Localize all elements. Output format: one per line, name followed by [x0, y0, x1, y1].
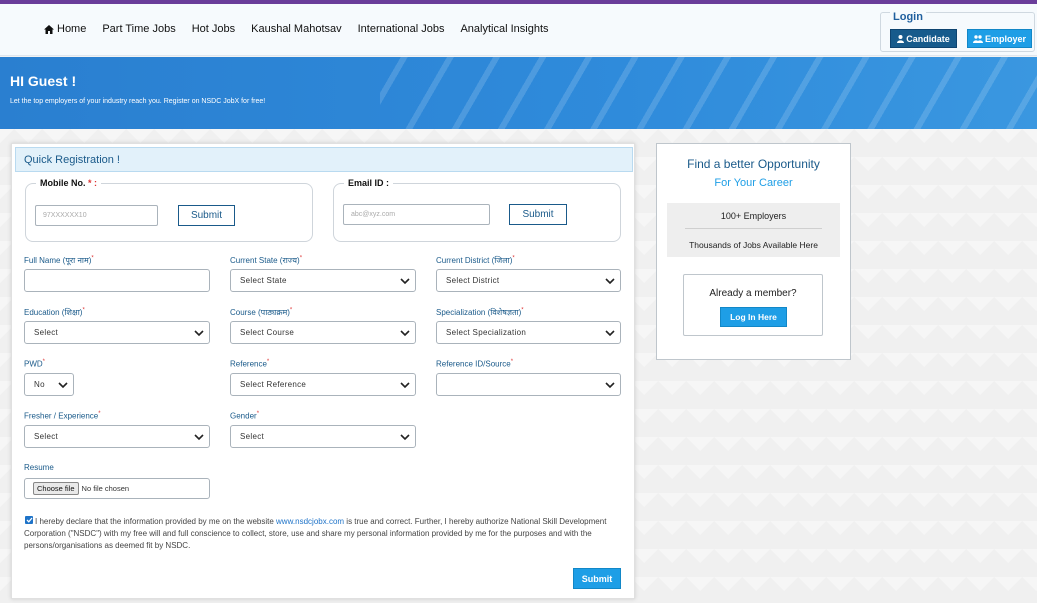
login-here-button[interactable]: Log In Here: [720, 307, 787, 327]
mobile-legend: Mobile No. * :: [36, 178, 101, 188]
declaration-before: I hereby declare that the information pr…: [35, 517, 277, 526]
email-legend: Email ID :: [344, 178, 394, 188]
course-label: Course (पाठ्यक्रम)*: [230, 307, 293, 317]
nav-hot-jobs[interactable]: Hot Jobs: [192, 23, 235, 35]
mobile-required-mark: * :: [88, 178, 97, 188]
chevron-down-icon: [400, 278, 410, 285]
banner-title: HI Guest !: [10, 73, 77, 89]
full-name-input[interactable]: [24, 269, 210, 292]
choose-file-button[interactable]: Choose file: [33, 482, 79, 495]
chevron-down-icon: [58, 382, 68, 389]
member-question: Already a member?: [709, 288, 797, 299]
current-state-label: Current State (राज्य)*: [230, 255, 303, 265]
reference-select[interactable]: Select Reference: [230, 373, 416, 396]
gender-select[interactable]: Select: [230, 425, 416, 448]
education-value: Select: [34, 328, 59, 337]
banner-pattern: [380, 57, 1037, 129]
specialization-value: Select Specialization: [446, 328, 527, 337]
form-title: Quick Registration !: [24, 154, 120, 166]
current-district-label: Current District (जिला)*: [436, 255, 515, 265]
chevron-down-icon: [400, 434, 410, 441]
nav-home-label: Home: [57, 23, 87, 35]
side-subtitle: For Your Career: [714, 177, 793, 189]
form-submit-button[interactable]: Submit: [573, 568, 621, 589]
current-district-select[interactable]: Select District: [436, 269, 621, 292]
chevron-down-icon: [605, 382, 615, 389]
reference-label: Reference*: [230, 359, 270, 369]
login-title: Login: [890, 11, 926, 23]
employer-login-button[interactable]: Employer: [967, 29, 1032, 48]
no-file-text: No file chosen: [81, 484, 130, 493]
gender-label: Gender*: [230, 411, 260, 421]
resume-file-input[interactable]: Choose file No file chosen: [24, 478, 210, 499]
banner-subtitle: Let the top employers of your industry r…: [10, 98, 266, 105]
course-value: Select Course: [240, 328, 295, 337]
mobile-input[interactable]: 97XXXXXX10: [35, 205, 158, 226]
reference-value: Select Reference: [240, 380, 307, 389]
chevron-down-icon: [605, 278, 615, 285]
nav-home[interactable]: Home: [44, 23, 86, 35]
declaration-text: I hereby declare that the information pr…: [24, 516, 614, 552]
course-select[interactable]: Select Course: [230, 321, 416, 344]
chevron-down-icon: [400, 330, 410, 337]
pwd-label: PWD*: [24, 359, 46, 369]
side-divider: [685, 228, 822, 229]
candidate-login-label: Candidate: [906, 33, 950, 44]
user-icon: [897, 34, 905, 43]
current-district-value: Select District: [446, 276, 500, 285]
current-state-value: Select State: [240, 276, 287, 285]
employers-count: 100+ Employers: [720, 211, 787, 221]
mobile-submit-button[interactable]: Submit: [178, 205, 235, 226]
side-info-band: 100+ Employers Thousands of Jobs Availab…: [667, 203, 840, 257]
home-icon: [44, 24, 54, 34]
opportunity-card: Find a better Opportunity For Your Caree…: [656, 143, 851, 360]
reference-id-select[interactable]: [436, 373, 621, 396]
full-name-label: Full Name (पूरा नाम)*: [24, 255, 94, 265]
side-title: Find a better Opportunity: [687, 157, 820, 171]
email-input[interactable]: abc@xyz.com: [343, 204, 490, 225]
pwd-select[interactable]: No: [24, 373, 74, 396]
specialization-select[interactable]: Select Specialization: [436, 321, 621, 344]
employer-login-label: Employer: [984, 33, 1026, 44]
login-box: Login Candidate Employer: [880, 11, 1035, 52]
check-icon: [26, 517, 32, 523]
main-nav: Home Part Time Jobs Hot Jobs Kaushal Mah…: [44, 23, 565, 35]
top-navbar: Home Part Time Jobs Hot Jobs Kaushal Mah…: [0, 4, 1037, 56]
pwd-value: No: [34, 380, 45, 389]
reference-id-label: Reference ID/Source*: [436, 359, 514, 369]
fresher-experience-label: Fresher / Experience*: [24, 411, 101, 421]
fresher-experience-select[interactable]: Select: [24, 425, 210, 448]
nav-kaushal-mahotsav[interactable]: Kaushal Mahotsav: [251, 23, 342, 35]
member-box: Already a member? Log In Here: [683, 274, 823, 336]
declaration-checkbox[interactable]: [25, 516, 33, 524]
chevron-down-icon: [194, 434, 204, 441]
candidate-login-button[interactable]: Candidate: [890, 29, 957, 48]
education-select[interactable]: Select: [24, 321, 210, 344]
mobile-label: Mobile No.: [40, 178, 88, 188]
email-submit-button[interactable]: Submit: [509, 204, 567, 225]
nav-part-time-jobs[interactable]: Part Time Jobs: [102, 23, 175, 35]
welcome-banner: HI Guest ! Let the top employers of your…: [0, 57, 1037, 129]
form-header: Quick Registration !: [15, 147, 633, 172]
chevron-down-icon: [194, 330, 204, 337]
gender-value: Select: [240, 432, 265, 441]
chevron-down-icon: [605, 330, 615, 337]
current-state-select[interactable]: Select State: [230, 269, 416, 292]
fresher-experience-value: Select: [34, 432, 59, 441]
nav-international-jobs[interactable]: International Jobs: [358, 23, 445, 35]
jobs-available-text: Thousands of Jobs Available Here: [689, 240, 818, 250]
nav-analytical-insights[interactable]: Analytical Insights: [460, 23, 548, 35]
chevron-down-icon: [400, 382, 410, 389]
education-label: Education (शिक्षा)*: [24, 307, 85, 317]
resume-label: Resume: [24, 463, 54, 472]
specialization-label: Specialization (विशेषज्ञता)*: [436, 307, 524, 317]
declaration-link[interactable]: www.nsdcjobx.com: [276, 517, 344, 526]
users-icon: [972, 34, 983, 43]
